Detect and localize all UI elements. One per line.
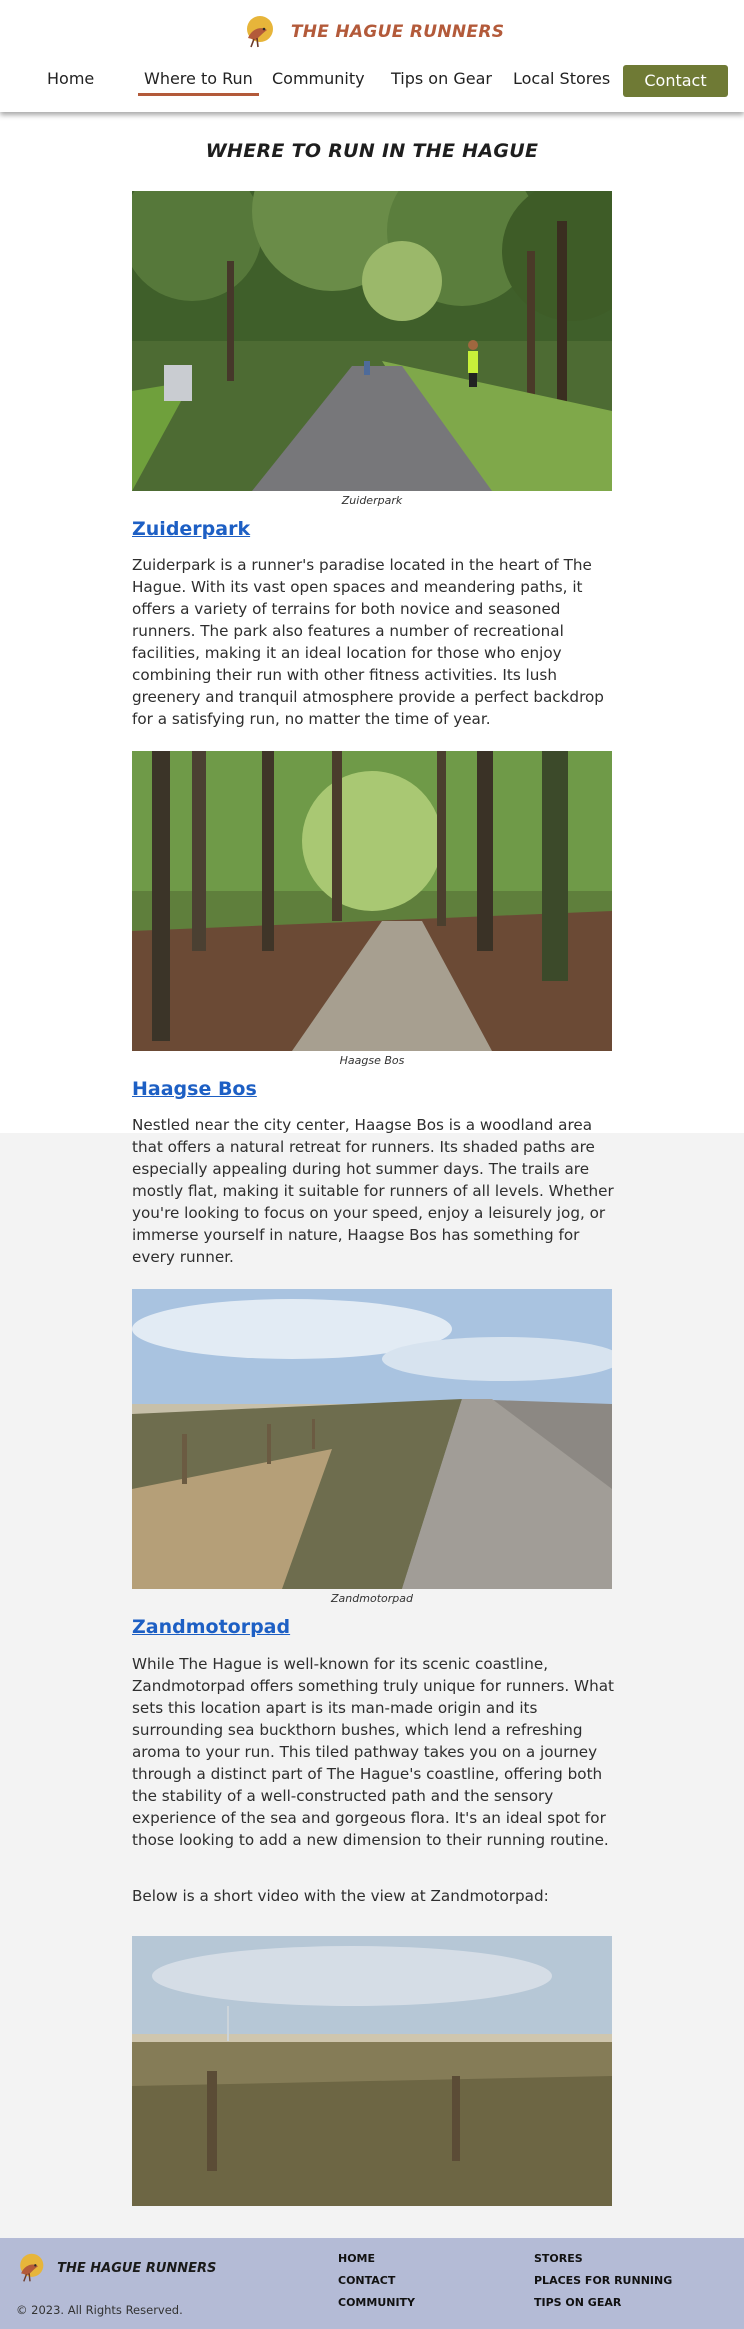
site-header: THE HAGUE RUNNERS Home Where to Run Comm…	[0, 0, 744, 112]
footer-link-stores[interactable]: STORES	[534, 2252, 583, 2265]
nav-where-to-run[interactable]: Where to Run	[138, 69, 259, 96]
runner-bird-logo-icon	[20, 2253, 44, 2282]
footer-link-places-for-running[interactable]: PLACES FOR RUNNING	[534, 2274, 672, 2287]
video-frame-image	[132, 1936, 612, 2206]
brand-name: THE HAGUE RUNNERS	[290, 22, 505, 42]
place-photo-park	[132, 191, 612, 491]
place-title-link[interactable]: Zuiderpark	[132, 518, 250, 540]
footer-link-community[interactable]: COMMUNITY	[338, 2296, 415, 2309]
footer-brand[interactable]: THE HAGUE RUNNERS	[14, 2252, 216, 2284]
nav-tips-on-gear[interactable]: Tips on Gear	[391, 69, 492, 88]
page-title: WHERE TO RUN IN THE HAGUE	[205, 140, 539, 162]
nav-home[interactable]: Home	[47, 69, 94, 88]
main-nav: Home Where to Run Community Tips on Gear…	[0, 63, 744, 99]
forest-photo-image	[132, 751, 612, 1051]
place-title-link[interactable]: Zandmotorpad	[132, 1616, 290, 1638]
place-photo-dunes	[132, 1289, 612, 1589]
footer-link-home[interactable]: HOME	[338, 2252, 375, 2265]
place-description: Zuiderpark is a runner's paradise locate…	[132, 556, 604, 728]
runner-bird-logo-icon	[246, 16, 273, 48]
place-description: Nestled near the city center, Haagse Bos…	[132, 1116, 614, 1266]
photo-caption: Zandmotorpad	[331, 1592, 413, 1605]
site-footer: THE HAGUE RUNNERS © 2023. All Rights Res…	[0, 2238, 744, 2329]
brand[interactable]: THE HAGUE RUNNERS	[0, 14, 744, 50]
park-photo-image	[132, 191, 612, 491]
place-photo-forest	[132, 751, 612, 1051]
video-intro-text: Below is a short video with the view at …	[132, 1887, 549, 1905]
nav-community[interactable]: Community	[272, 69, 365, 88]
contact-button[interactable]: Contact	[623, 65, 728, 97]
dunes-photo-image	[132, 1289, 612, 1589]
place-description: While The Hague is well-known for its sc…	[132, 1655, 614, 1849]
photo-caption: Zuiderpark	[341, 494, 403, 507]
place-title-link[interactable]: Haagse Bos	[132, 1078, 257, 1100]
nav-local-stores[interactable]: Local Stores	[513, 69, 610, 88]
footer-brand-name: THE HAGUE RUNNERS	[57, 2260, 217, 2276]
footer-link-tips-on-gear[interactable]: TIPS ON GEAR	[534, 2296, 621, 2309]
photo-caption: Haagse Bos	[339, 1054, 405, 1067]
copyright-text: © 2023. All Rights Reserved.	[16, 2303, 183, 2317]
video-player[interactable]	[132, 1936, 612, 2206]
footer-link-contact[interactable]: CONTACT	[338, 2274, 395, 2287]
